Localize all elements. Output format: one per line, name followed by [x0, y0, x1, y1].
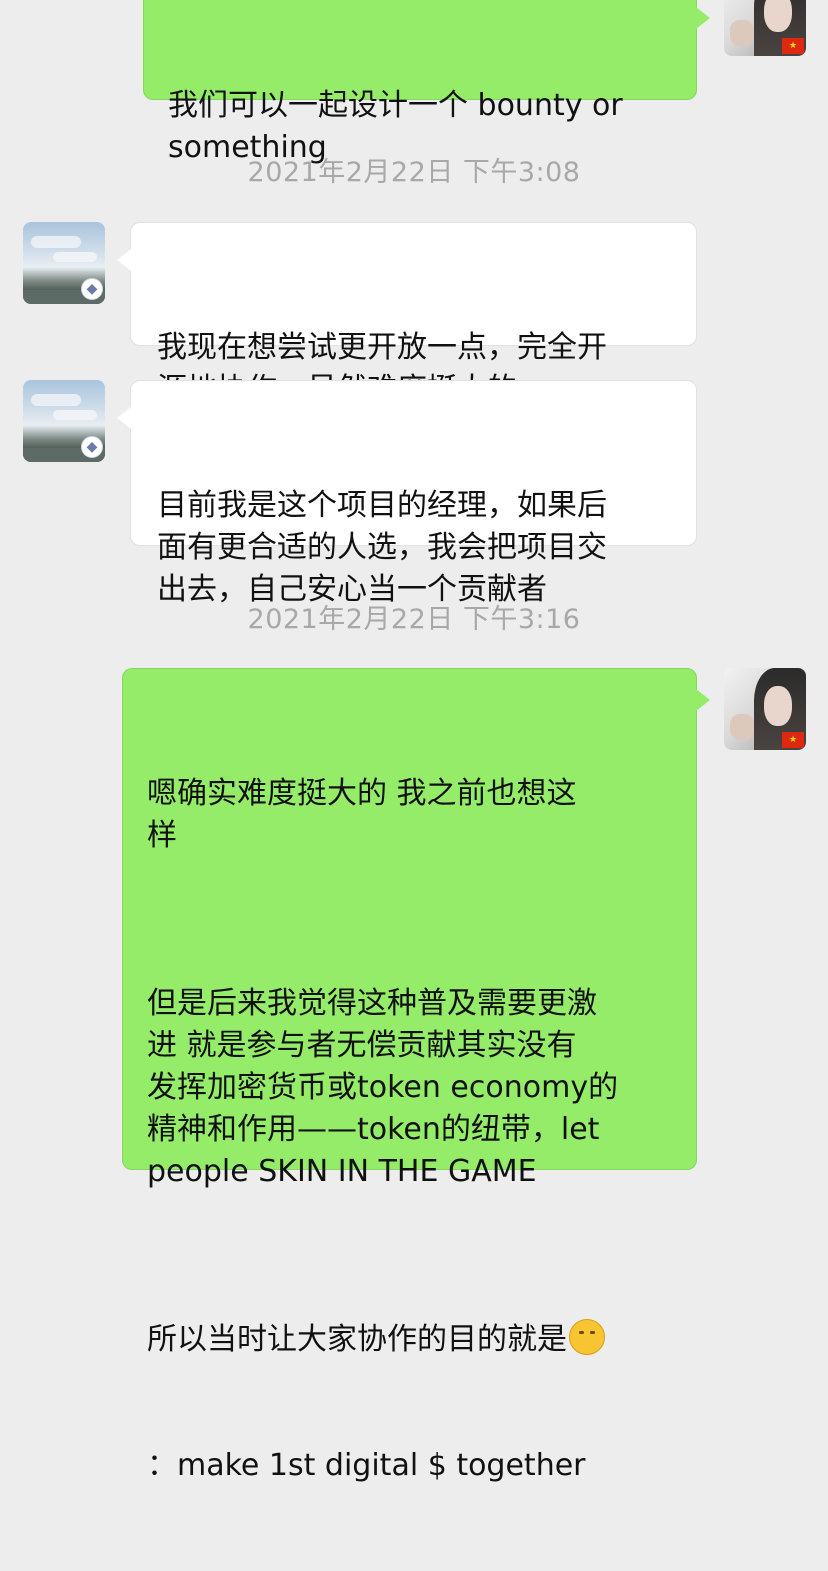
timestamp: 2021年2月22日 下午3:16: [247, 604, 581, 635]
china-flag-icon: ★: [782, 38, 804, 54]
contact-avatar[interactable]: ◆: [23, 222, 105, 304]
message-bubble-incoming[interactable]: 我现在想尝试更开放一点，完全开 源地协作。虽然难度挺大的: [117, 222, 697, 407]
user-avatar[interactable]: ★: [724, 668, 806, 750]
chat-transcript[interactable]: 我们可以一起设计一个 bounty or something ★ 2021年2月…: [0, 0, 828, 1483]
message-text: 所以当时让大家协作的目的就是: [147, 1322, 567, 1357]
message-text: 但是后来我觉得这种普及需要更激 进 就是参与者无偿贡献其实没有 发挥加密货币或t…: [147, 986, 619, 1189]
message-bubble-incoming[interactable]: 目前我是这个项目的经理，如果后 面有更合适的人选，我会把项目交 出去，自己安心当…: [117, 380, 697, 607]
timestamp: 2021年2月22日 下午3:08: [247, 157, 581, 188]
message-text: 目前我是这个项目的经理，如果后 面有更合适的人选，我会把项目交 出去，自己安心当…: [157, 488, 607, 607]
message-text: ：make 1st digital $ together: [147, 1448, 586, 1483]
ethereum-icon: ◆: [81, 278, 103, 300]
user-avatar[interactable]: ★: [724, 0, 806, 56]
contact-avatar[interactable]: ◆: [23, 380, 105, 462]
message-text-with-emoji: 所以当时让大家协作的目的就是: [147, 1319, 676, 1361]
thinking-face-icon: [569, 1319, 605, 1355]
china-flag-icon: ★: [782, 732, 804, 748]
ethereum-icon: ◆: [81, 436, 103, 458]
message-bubble-outgoing[interactable]: 嗯确实难度挺大的 我之前也想这 样 但是后来我觉得这种普及需要更激 进 就是参与…: [122, 668, 710, 1483]
message-bubble-outgoing[interactable]: 我们可以一起设计一个 bounty or something: [143, 0, 710, 165]
message-text: 嗯确实难度挺大的 我之前也想这 样: [147, 776, 577, 853]
